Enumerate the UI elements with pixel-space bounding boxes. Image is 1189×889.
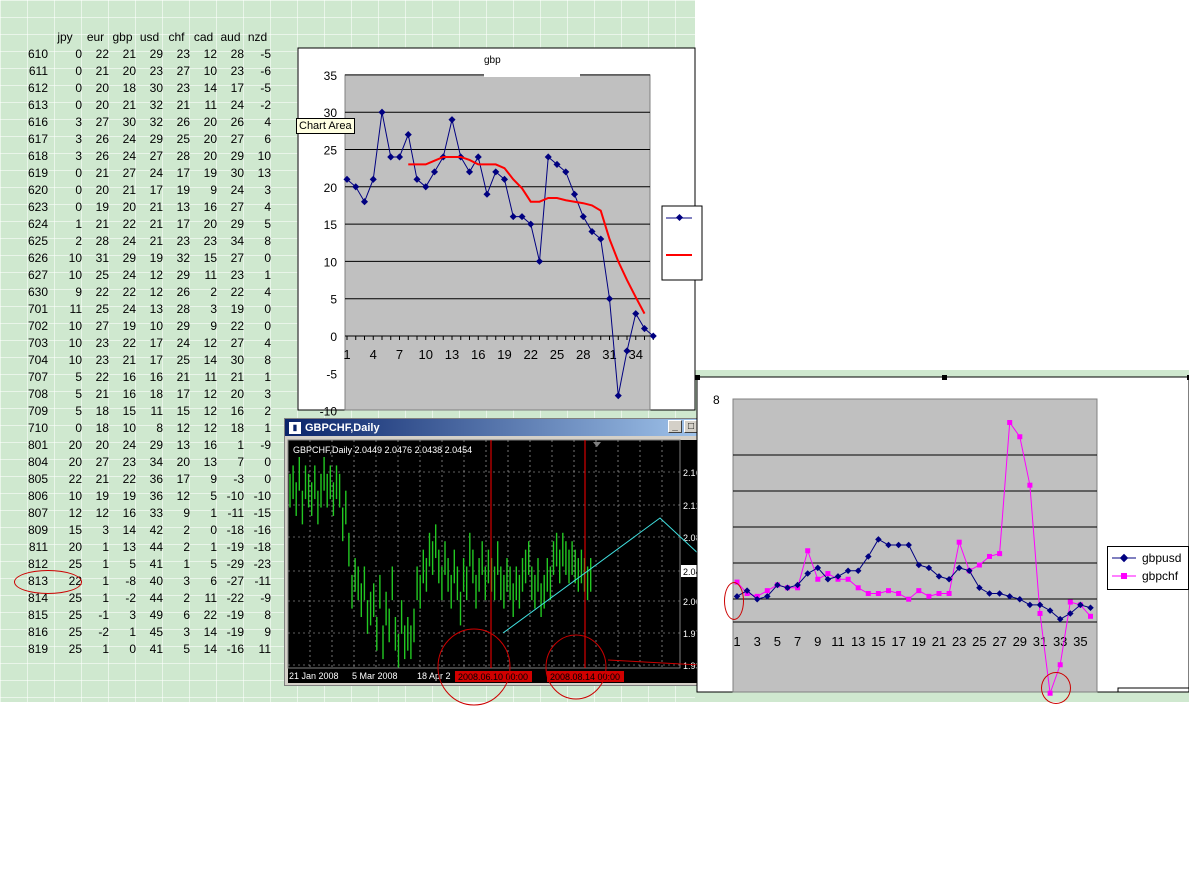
data-point-gbpchf — [946, 591, 952, 596]
x-tick-label: 25 — [972, 634, 986, 649]
legend-label-gbpusd: gbpusd — [1142, 551, 1182, 565]
data-point-gbpchf — [936, 591, 942, 596]
data-point-gbpchf — [1057, 662, 1063, 668]
data-point-gbpchf — [1017, 434, 1023, 440]
data-point-gbpchf — [1067, 599, 1073, 605]
legend-item-gbpusd: gbpusd — [1112, 551, 1181, 565]
data-point-gbpchf — [1007, 420, 1013, 425]
chart-gbpusd-gbpchf[interactable]: 81 3 5 7 9 11 13 15 17 19 21 23 25 27 29 31 33 35 — [0, 0, 1189, 889]
data-point-gbpchf — [1088, 613, 1093, 619]
x-tick-label: 7 — [794, 634, 801, 649]
data-point-gbpchf — [976, 562, 982, 568]
highlight-circle-chart2-start — [724, 582, 744, 620]
legend-label-gbpchf: gbpchf — [1142, 569, 1179, 583]
x-tick-label: 27 — [992, 634, 1006, 649]
highlight-circle-chart2-dip — [1041, 672, 1071, 704]
y-tick-label: 8 — [713, 393, 720, 407]
selection-handle — [942, 375, 947, 380]
data-point-gbpchf — [956, 539, 962, 545]
x-tick-label: 21 — [932, 634, 946, 649]
selection-handle — [695, 375, 700, 380]
data-point-gbpchf — [906, 596, 912, 602]
x-tick-label: 17 — [891, 634, 905, 649]
data-point-gbpchf — [815, 576, 821, 582]
data-point-gbpchf — [865, 591, 871, 596]
x-tick-label: 13 — [851, 634, 865, 649]
chart2-legend[interactable]: gbpusd gbpchf — [1107, 546, 1189, 590]
highlight-circle-813 — [14, 570, 82, 594]
data-point-gbpchf — [997, 551, 1003, 557]
x-tick-label: 15 — [871, 634, 885, 649]
data-point-gbpchf — [1037, 610, 1043, 616]
legend-item-gbpchf: gbpchf — [1112, 569, 1178, 583]
chart2-secondary-box — [1117, 687, 1189, 693]
data-point-gbpchf — [845, 576, 851, 582]
data-point-gbpchf — [805, 548, 811, 554]
x-tick-label: 29 — [1013, 634, 1027, 649]
x-tick-label: 31 — [1033, 634, 1047, 649]
data-point-gbpchf — [1027, 482, 1033, 488]
data-point-gbpchf — [896, 591, 902, 596]
data-point-gbpchf — [916, 588, 922, 594]
data-point-gbpchf — [926, 593, 932, 599]
x-tick-label: 35 — [1073, 634, 1087, 649]
x-tick-label: 23 — [952, 634, 966, 649]
x-tick-label: 9 — [814, 634, 821, 649]
data-point-gbpchf — [987, 553, 992, 559]
data-point-gbpchf — [855, 585, 861, 591]
x-tick-label: 19 — [912, 634, 926, 649]
data-point-gbpchf — [886, 588, 891, 594]
x-tick-label: 11 — [831, 634, 845, 649]
data-point-gbpchf — [875, 591, 881, 596]
data-point-gbpchf — [825, 571, 831, 577]
x-tick-label: 1 — [733, 634, 740, 649]
x-tick-label: 5 — [774, 634, 781, 649]
x-tick-label: 3 — [754, 634, 761, 649]
data-point-gbpchf — [764, 588, 770, 594]
